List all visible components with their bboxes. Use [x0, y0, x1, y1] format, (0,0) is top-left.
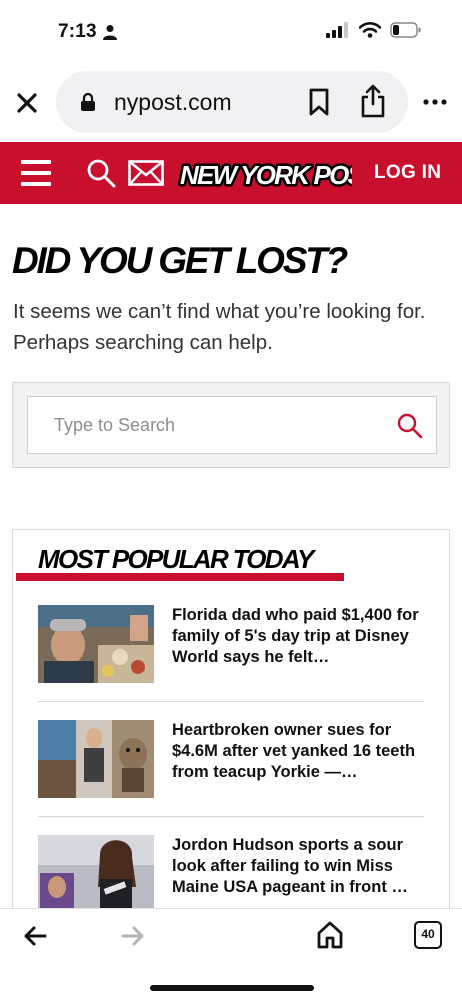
- search-submit-icon[interactable]: [396, 412, 424, 440]
- signal-icon: [326, 22, 348, 38]
- bookmark-icon[interactable]: [308, 88, 330, 116]
- divider: [38, 816, 424, 817]
- browser-bar: nypost.com: [0, 68, 462, 138]
- search-input[interactable]: [27, 396, 437, 454]
- browser-toolbar: 40: [0, 908, 462, 1000]
- status-indicators: [326, 22, 422, 38]
- divider: [38, 701, 424, 702]
- story-thumbnail[interactable]: [38, 605, 154, 683]
- lock-icon: [81, 92, 95, 111]
- forward-arrow-icon[interactable]: [120, 923, 146, 949]
- section-title: MOST POPULAR TODAY: [38, 544, 314, 574]
- error-message: It seems we can’t find what you’re looki…: [13, 300, 426, 354]
- login-link[interactable]: LOG IN: [374, 162, 441, 184]
- menu-icon[interactable]: [21, 160, 51, 186]
- search-icon[interactable]: [86, 158, 116, 188]
- story-headline[interactable]: Florida dad who paid $1,400 for family o…: [172, 605, 424, 668]
- story-headline[interactable]: Heartbroken owner sues for $4.6M after v…: [172, 720, 424, 783]
- site-header: NEW YORK POST NEW YORK POST LOG IN: [0, 142, 462, 204]
- more-options-icon[interactable]: [422, 96, 448, 108]
- page-title: DID YOU GET LOST?: [12, 240, 348, 281]
- status-time: 7:13: [58, 21, 97, 42]
- url-text[interactable]: nypost.com: [114, 89, 232, 116]
- battery-icon: [390, 22, 421, 38]
- close-icon[interactable]: [14, 90, 40, 116]
- svg-text:NEW YORK POST: NEW YORK POST: [180, 160, 352, 190]
- story-headline[interactable]: Jordon Hudson sports a sour look after f…: [172, 835, 424, 898]
- home-indicator: [150, 985, 314, 991]
- person-icon: [103, 25, 117, 40]
- back-arrow-icon[interactable]: [22, 923, 48, 949]
- share-icon[interactable]: [360, 84, 386, 118]
- tab-count-button[interactable]: 40: [414, 921, 442, 949]
- home-icon[interactable]: [316, 920, 344, 950]
- most-popular-module: MOST POPULAR TODAY Florida dad who paid …: [12, 529, 450, 909]
- mail-icon[interactable]: [128, 160, 164, 186]
- address-bar[interactable]: nypost.com: [56, 71, 408, 133]
- search-form: [12, 382, 450, 468]
- story-thumbnail[interactable]: [38, 835, 154, 909]
- story-thumbnail[interactable]: [38, 720, 154, 798]
- nypost-logo[interactable]: NEW YORK POST NEW YORK POST: [178, 156, 352, 193]
- wifi-icon: [359, 22, 381, 38]
- status-bar: 7:13: [0, 0, 462, 62]
